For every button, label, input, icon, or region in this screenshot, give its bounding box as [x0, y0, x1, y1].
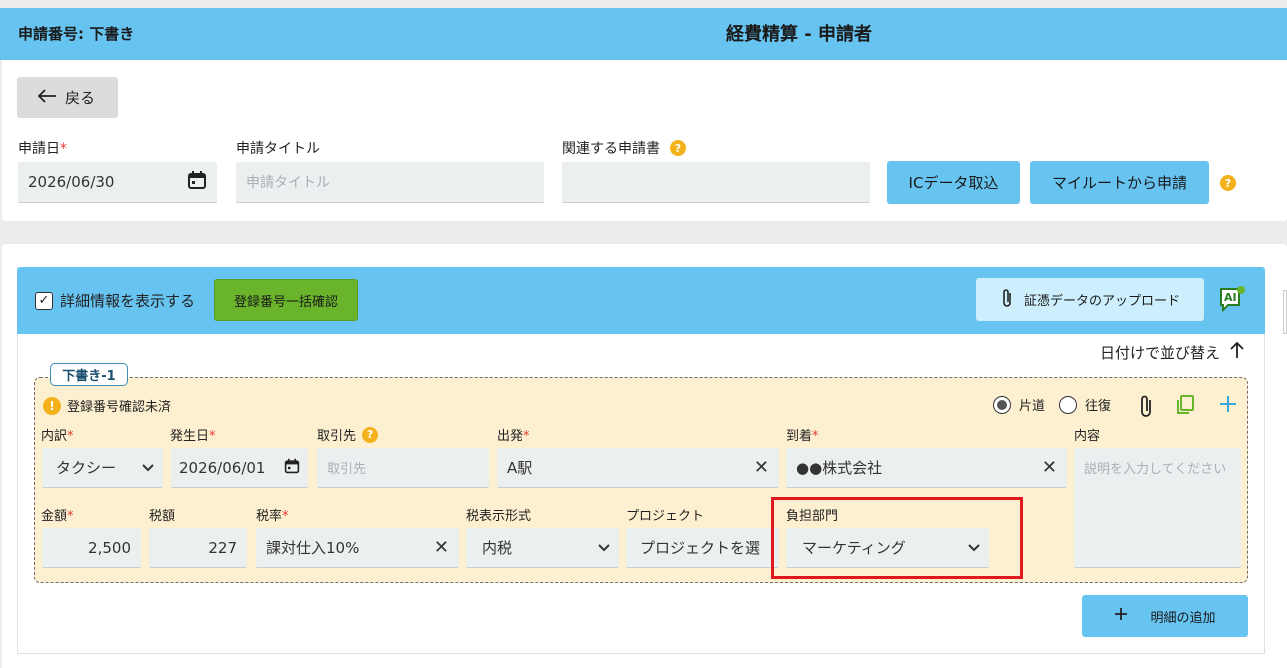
- add-line-label: 明細の追加: [1150, 610, 1216, 626]
- oneway-label: 片道: [1019, 399, 1046, 414]
- warning-icon: !: [43, 396, 61, 415]
- to-label: 到着*: [786, 429, 819, 444]
- copy-icon[interactable]: [1174, 394, 1196, 420]
- paperclip-icon: [1000, 287, 1014, 313]
- calendar-icon[interactable]: [187, 170, 207, 194]
- tax-amount-label: 税額: [149, 509, 176, 524]
- client-label: 取引先?: [317, 425, 379, 444]
- back-button[interactable]: 戻る: [17, 77, 118, 118]
- help-icon[interactable]: ?: [1220, 175, 1236, 191]
- warning-text: 登録番号確認未済: [67, 400, 172, 415]
- client-input[interactable]: 取引先: [317, 448, 489, 488]
- sort-label: 日付けで並び替え: [1100, 343, 1221, 362]
- date-value: 2026/06/01: [179, 458, 266, 477]
- arrow-left-icon: [37, 88, 57, 107]
- from-label: 出発*: [497, 429, 530, 444]
- upload-evidence-button[interactable]: 証憑データのアップロード: [976, 278, 1204, 321]
- tax-format-label: 税表示形式: [466, 509, 532, 524]
- checkbox-icon[interactable]: ✓: [35, 291, 53, 310]
- trip-type-radio-group: 片道 往復: [993, 395, 1111, 414]
- content-textarea[interactable]: 説明を入力してください: [1074, 448, 1241, 568]
- clear-icon[interactable]: ✕: [754, 457, 769, 478]
- chevron-down-icon: [967, 539, 981, 557]
- content-placeholder: 説明を入力してください: [1084, 462, 1227, 477]
- page-title: 経費精算 - 申請者: [725, 24, 872, 45]
- show-detail-toggle[interactable]: ✓ 詳細情報を表示する: [35, 290, 195, 311]
- oneway-radio[interactable]: [993, 395, 1011, 414]
- roundtrip-radio[interactable]: [1059, 395, 1078, 414]
- from-input[interactable]: A駅 ✕: [497, 448, 779, 488]
- add-line-button[interactable]: 明細の追加: [1082, 595, 1248, 637]
- apply-date-label: 申請日*: [18, 141, 67, 157]
- from-value: A駅: [507, 459, 533, 477]
- tax-rate-select[interactable]: 課対仕入10% ✕: [256, 528, 459, 568]
- back-label: 戻る: [65, 89, 96, 107]
- client-placeholder: 取引先: [327, 462, 367, 477]
- plus-icon: [1114, 607, 1128, 625]
- project-label: プロジェクト: [626, 509, 705, 524]
- cost-department-select[interactable]: マーケティング: [786, 528, 989, 568]
- date-label: 発生日*: [170, 429, 216, 444]
- chevron-down-icon: [141, 459, 155, 477]
- related-application-select[interactable]: [562, 162, 870, 203]
- occurrence-date-field[interactable]: 2026/06/01: [171, 448, 308, 488]
- paperclip-icon[interactable]: [1138, 393, 1154, 423]
- sort-by-date[interactable]: 日付けで並び替え: [1100, 341, 1244, 363]
- clear-icon[interactable]: ✕: [434, 537, 449, 558]
- tax-rate-label: 税率*: [256, 509, 289, 524]
- upload-label: 証憑データのアップロード: [1023, 294, 1180, 309]
- plus-icon[interactable]: [1218, 394, 1238, 418]
- myroute-button[interactable]: マイルートから申請: [1030, 161, 1209, 204]
- amount-input[interactable]: 2,500: [42, 528, 141, 568]
- tax-rate-value: 課対仕入10%: [266, 539, 360, 557]
- cost-department-value: マーケティング: [802, 539, 906, 557]
- apply-date-field[interactable]: 2026/06/30: [18, 162, 217, 203]
- arrow-up-icon: [1230, 341, 1244, 363]
- warning-row: ! 登録番号確認未済: [43, 396, 171, 415]
- amount-label: 金額*: [41, 509, 74, 524]
- breakdown-value: タクシー: [56, 459, 117, 477]
- tax-format-value: 内税: [482, 539, 513, 557]
- draft-tag: 下書き-1: [50, 363, 128, 386]
- title-label: 申請タイトル: [236, 141, 320, 157]
- bulk-check-button[interactable]: 登録番号一括確認: [214, 279, 358, 321]
- content-label: 内容: [1074, 429, 1101, 444]
- to-value: ●●株式会社: [796, 459, 883, 477]
- chevron-down-icon: [597, 539, 611, 557]
- related-label: 関連する申請書 ?: [562, 138, 686, 158]
- apply-date-value: 2026/06/30: [28, 173, 115, 191]
- title-placeholder: 申請タイトル: [246, 175, 330, 191]
- help-icon[interactable]: ?: [362, 426, 379, 443]
- tax-amount-value: 227: [208, 538, 237, 557]
- ic-import-button[interactable]: ICデータ取込: [887, 161, 1020, 204]
- help-icon[interactable]: ?: [670, 140, 686, 156]
- ai-icon[interactable]: AI: [1218, 285, 1246, 313]
- side-panel-edge: [1283, 290, 1287, 334]
- project-value: プロジェクトを選: [640, 539, 761, 557]
- breakdown-label: 内訳*: [41, 429, 74, 444]
- breakdown-select[interactable]: タクシー: [42, 448, 163, 488]
- show-detail-label: 詳細情報を表示する: [60, 292, 196, 310]
- tax-format-select[interactable]: 内税: [466, 528, 619, 568]
- roundtrip-label: 往復: [1085, 399, 1112, 414]
- project-select[interactable]: プロジェクトを選: [626, 528, 779, 568]
- title-input[interactable]: 申請タイトル: [236, 162, 544, 203]
- clear-icon[interactable]: ✕: [1042, 457, 1057, 478]
- calendar-icon[interactable]: [284, 458, 300, 478]
- tax-amount-input[interactable]: 227: [149, 528, 247, 568]
- to-input[interactable]: ●●株式会社 ✕: [786, 448, 1067, 488]
- amount-value: 2,500: [88, 538, 131, 557]
